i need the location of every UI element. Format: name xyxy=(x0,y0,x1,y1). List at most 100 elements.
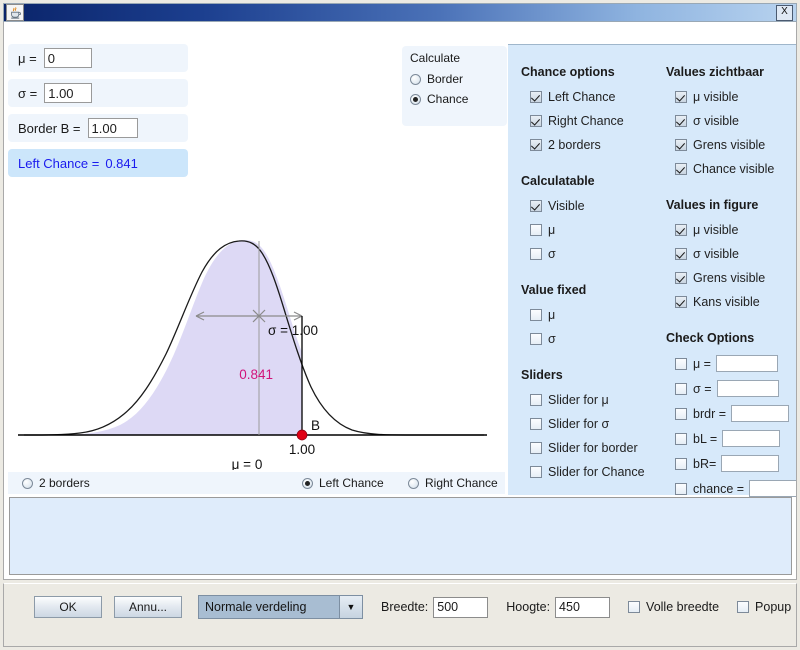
bottom-radio-right-chance[interactable]: Right Chance xyxy=(408,472,498,494)
sigma-input[interactable] xyxy=(44,83,93,103)
border-input[interactable] xyxy=(87,118,138,138)
checkbox-check-mu-icon[interactable] xyxy=(675,357,687,370)
cancel-button[interactable]: Annu... xyxy=(114,596,182,618)
check-option-mu-label: μ = xyxy=(693,356,711,371)
checkbox-right-chance[interactable]: Right Chance xyxy=(521,109,671,133)
checkbox-right-chance-icon[interactable] xyxy=(530,115,542,127)
checkbox-check-chance-icon[interactable] xyxy=(675,482,687,495)
preview-panel xyxy=(9,497,792,575)
checkbox-values-visible-sigma[interactable]: σ visible xyxy=(666,109,796,133)
java-coffee-cup-icon xyxy=(6,4,24,21)
checkbox-calculatable-sigma[interactable]: σ xyxy=(521,242,671,266)
checkbox-figure-sigma-label: σ visible xyxy=(693,247,739,261)
check-option-chance-label: chance = xyxy=(693,481,745,496)
bottom-radio-2borders[interactable]: 2 borders xyxy=(22,472,90,494)
checkbox-figure-sigma-icon[interactable] xyxy=(675,248,687,260)
distribution-select[interactable]: Normale verdeling ▼ xyxy=(198,595,363,619)
sliders-title: Sliders xyxy=(521,368,563,382)
checkbox-values-visible-grens-icon[interactable] xyxy=(675,139,687,151)
checkbox-figure-mu-icon[interactable] xyxy=(675,224,687,236)
checkbox-slider-chance[interactable]: Slider for Chance xyxy=(521,460,671,484)
checkbox-slider-chance-icon[interactable] xyxy=(530,466,542,478)
radio-left-chance-icon[interactable] xyxy=(302,477,313,489)
checkbox-value-fixed-sigma-label: σ xyxy=(548,332,556,346)
checkbox-calculatable-visible-label: Visible xyxy=(548,199,585,213)
checkbox-values-visible-grens[interactable]: Grens visible xyxy=(666,133,796,157)
height-label: Hoogte: xyxy=(506,600,551,614)
checkbox-slider-sigma[interactable]: Slider for σ xyxy=(521,412,671,436)
checkbox-calculatable-visible-icon[interactable] xyxy=(530,200,542,212)
close-icon[interactable]: X xyxy=(776,4,793,21)
check-option-mu-input[interactable] xyxy=(715,355,778,372)
value-fixed-title: Value fixed xyxy=(521,283,587,297)
check-option-brdr-input[interactable] xyxy=(731,405,790,422)
radio-chance-icon[interactable] xyxy=(410,93,421,105)
radio-right-chance-icon[interactable] xyxy=(408,477,419,489)
calculate-option-chance[interactable]: Chance xyxy=(410,89,507,109)
sigma-label: σ = xyxy=(18,85,38,101)
checkbox-value-fixed-sigma[interactable]: σ xyxy=(521,327,671,351)
checkbox-values-visible-chance-icon[interactable] xyxy=(675,163,687,175)
checkbox-calculatable-sigma-label: σ xyxy=(548,247,556,261)
height-input[interactable] xyxy=(555,596,611,618)
bottom-radio-left-chance-label: Left Chance xyxy=(319,476,384,490)
checkbox-figure-kans[interactable]: Kans visible xyxy=(666,290,796,314)
checkbox-figure-grens-icon[interactable] xyxy=(675,272,687,284)
check-option-sigma-input[interactable] xyxy=(716,380,779,397)
java-icon-svg xyxy=(10,6,21,19)
checkbox-check-br-icon[interactable] xyxy=(675,457,687,470)
checkbox-calculatable-sigma-icon[interactable] xyxy=(530,248,542,260)
checkbox-slider-border[interactable]: Slider for border xyxy=(521,436,671,460)
checkbox-figure-grens[interactable]: Grens visible xyxy=(666,266,796,290)
checkbox-figure-mu[interactable]: μ visible xyxy=(666,218,796,242)
checkbox-check-bl-icon[interactable] xyxy=(675,432,687,445)
checkbox-2-borders-icon[interactable] xyxy=(530,139,542,151)
checkbox-figure-grens-label: Grens visible xyxy=(693,271,766,285)
check-option-br-input[interactable] xyxy=(721,455,780,472)
chart-mu-label: μ = 0 xyxy=(232,457,263,470)
checkbox-value-fixed-sigma-icon[interactable] xyxy=(530,333,542,345)
check-option-mu-row: μ = xyxy=(666,351,796,376)
checkbox-slider-mu[interactable]: Slider for μ xyxy=(521,388,671,412)
check-option-chance-input[interactable] xyxy=(749,480,796,497)
checkbox-check-brdr-icon[interactable] xyxy=(675,407,687,420)
checkbox-values-visible-mu-icon[interactable] xyxy=(675,91,687,103)
fullwidth-checkbox[interactable]: Volle breedte xyxy=(628,600,719,614)
ok-button[interactable]: OK xyxy=(34,596,102,618)
radio-border-icon[interactable] xyxy=(410,73,421,85)
checkbox-slider-sigma-icon[interactable] xyxy=(530,418,542,430)
checkbox-figure-kans-icon[interactable] xyxy=(675,296,687,308)
checkbox-calculatable-mu[interactable]: μ xyxy=(521,218,671,242)
application-window: X μ = σ = Border B = Left Chance = 0.841 xyxy=(0,0,800,650)
checkbox-fullwidth-icon[interactable] xyxy=(628,601,641,613)
bottom-radio-left-chance[interactable]: Left Chance xyxy=(302,472,384,494)
checkbox-popup-icon[interactable] xyxy=(737,601,750,613)
popup-checkbox[interactable]: Popup xyxy=(737,600,791,614)
mu-input[interactable] xyxy=(43,48,92,68)
checkbox-figure-sigma[interactable]: σ visible xyxy=(666,242,796,266)
calculatable-title: Calculatable xyxy=(521,174,595,188)
checkbox-values-visible-sigma-icon[interactable] xyxy=(675,115,687,127)
checkbox-2-borders[interactable]: 2 borders xyxy=(521,133,671,157)
checkbox-value-fixed-mu-icon[interactable] xyxy=(530,309,542,321)
checkbox-value-fixed-mu[interactable]: μ xyxy=(521,303,671,327)
checkbox-values-visible-chance-label: Chance visible xyxy=(693,162,775,176)
check-option-brdr-row: brdr = xyxy=(666,401,796,426)
checkbox-values-visible-chance[interactable]: Chance visible xyxy=(666,157,796,181)
checkbox-left-chance-icon[interactable] xyxy=(530,91,542,103)
radio-2borders-icon[interactable] xyxy=(22,477,33,489)
width-input[interactable] xyxy=(433,596,489,618)
checkbox-check-sigma-icon[interactable] xyxy=(675,382,687,395)
chevron-down-icon[interactable]: ▼ xyxy=(339,596,362,618)
checkbox-calculatable-visible[interactable]: Visible xyxy=(521,194,671,218)
checkbox-left-chance[interactable]: Left Chance xyxy=(521,85,671,109)
chart-border-point[interactable] xyxy=(296,429,308,441)
checkbox-calculatable-mu-icon[interactable] xyxy=(530,224,542,236)
checkbox-slider-mu-icon[interactable] xyxy=(530,394,542,406)
checkbox-2-borders-label: 2 borders xyxy=(548,138,601,152)
checkbox-slider-border-icon[interactable] xyxy=(530,442,542,454)
check-option-bl-input[interactable] xyxy=(722,430,781,447)
checkbox-values-visible-mu[interactable]: μ visible xyxy=(666,85,796,109)
calculate-option-border[interactable]: Border xyxy=(410,69,507,89)
result-row: Left Chance = 0.841 xyxy=(8,149,188,177)
